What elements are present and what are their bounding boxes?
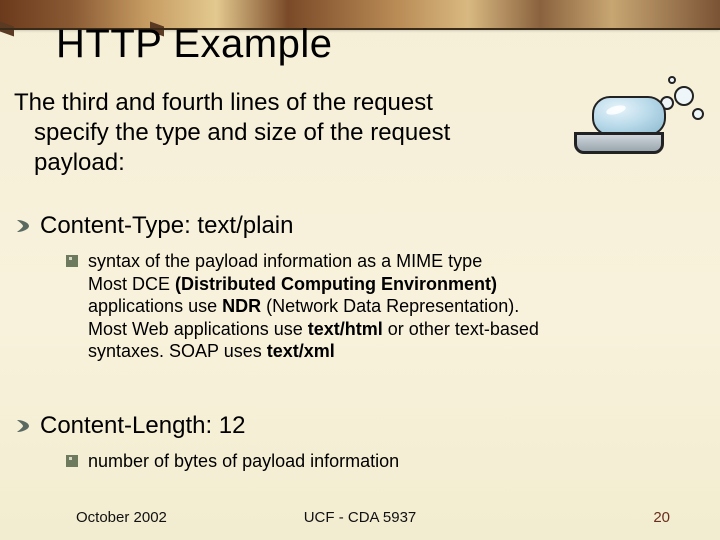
arrow-right-icon — [14, 417, 32, 435]
section-content-length: Content-Length: 12 — [14, 412, 694, 440]
section-content-type: Content-Type: text/plain — [14, 212, 694, 240]
square-bullet-icon — [66, 455, 78, 467]
intro-line1: The third and fourth lines of the reques… — [14, 89, 433, 116]
sub-text: syntaxes. SOAP uses — [88, 341, 267, 361]
footer-slide-number: 20 — [653, 509, 670, 526]
sub-text: Most DCE — [88, 274, 175, 294]
section-head-text: Content-Type: text/plain — [40, 212, 293, 240]
sub-text: Most Web applications use — [88, 319, 308, 339]
soap-icon — [574, 74, 704, 154]
sub-text: number of bytes of payload information — [88, 450, 399, 473]
footer-course: UCF - CDA 5937 — [304, 509, 417, 526]
arrow-right-icon — [14, 217, 32, 235]
sub-bold: (Distributed Computing Environment) — [175, 274, 497, 294]
section1-sub: syntax of the payload information as a M… — [66, 250, 646, 363]
intro-line3: payload: — [14, 148, 574, 178]
sub-text: or other text-based — [383, 319, 539, 339]
sub-text: syntax of the payload information as a M… — [88, 250, 482, 273]
footer-date: October 2002 — [76, 509, 167, 526]
section2-sub: number of bytes of payload information — [66, 450, 646, 473]
section-head-text: Content-Length: 12 — [40, 412, 246, 440]
square-bullet-icon — [66, 255, 78, 267]
intro-paragraph: The third and fourth lines of the reques… — [14, 88, 574, 178]
page-title: HTTP Example — [56, 22, 332, 67]
sub-bold: NDR — [222, 296, 261, 316]
sub-bold: text/xml — [267, 341, 335, 361]
intro-line2: specify the type and size of the request — [14, 118, 574, 148]
sub-text: (Network Data Representation). — [261, 296, 519, 316]
decorative-shadow — [0, 21, 14, 36]
sub-bold: text/html — [308, 319, 383, 339]
sub-text: applications use — [88, 296, 222, 316]
